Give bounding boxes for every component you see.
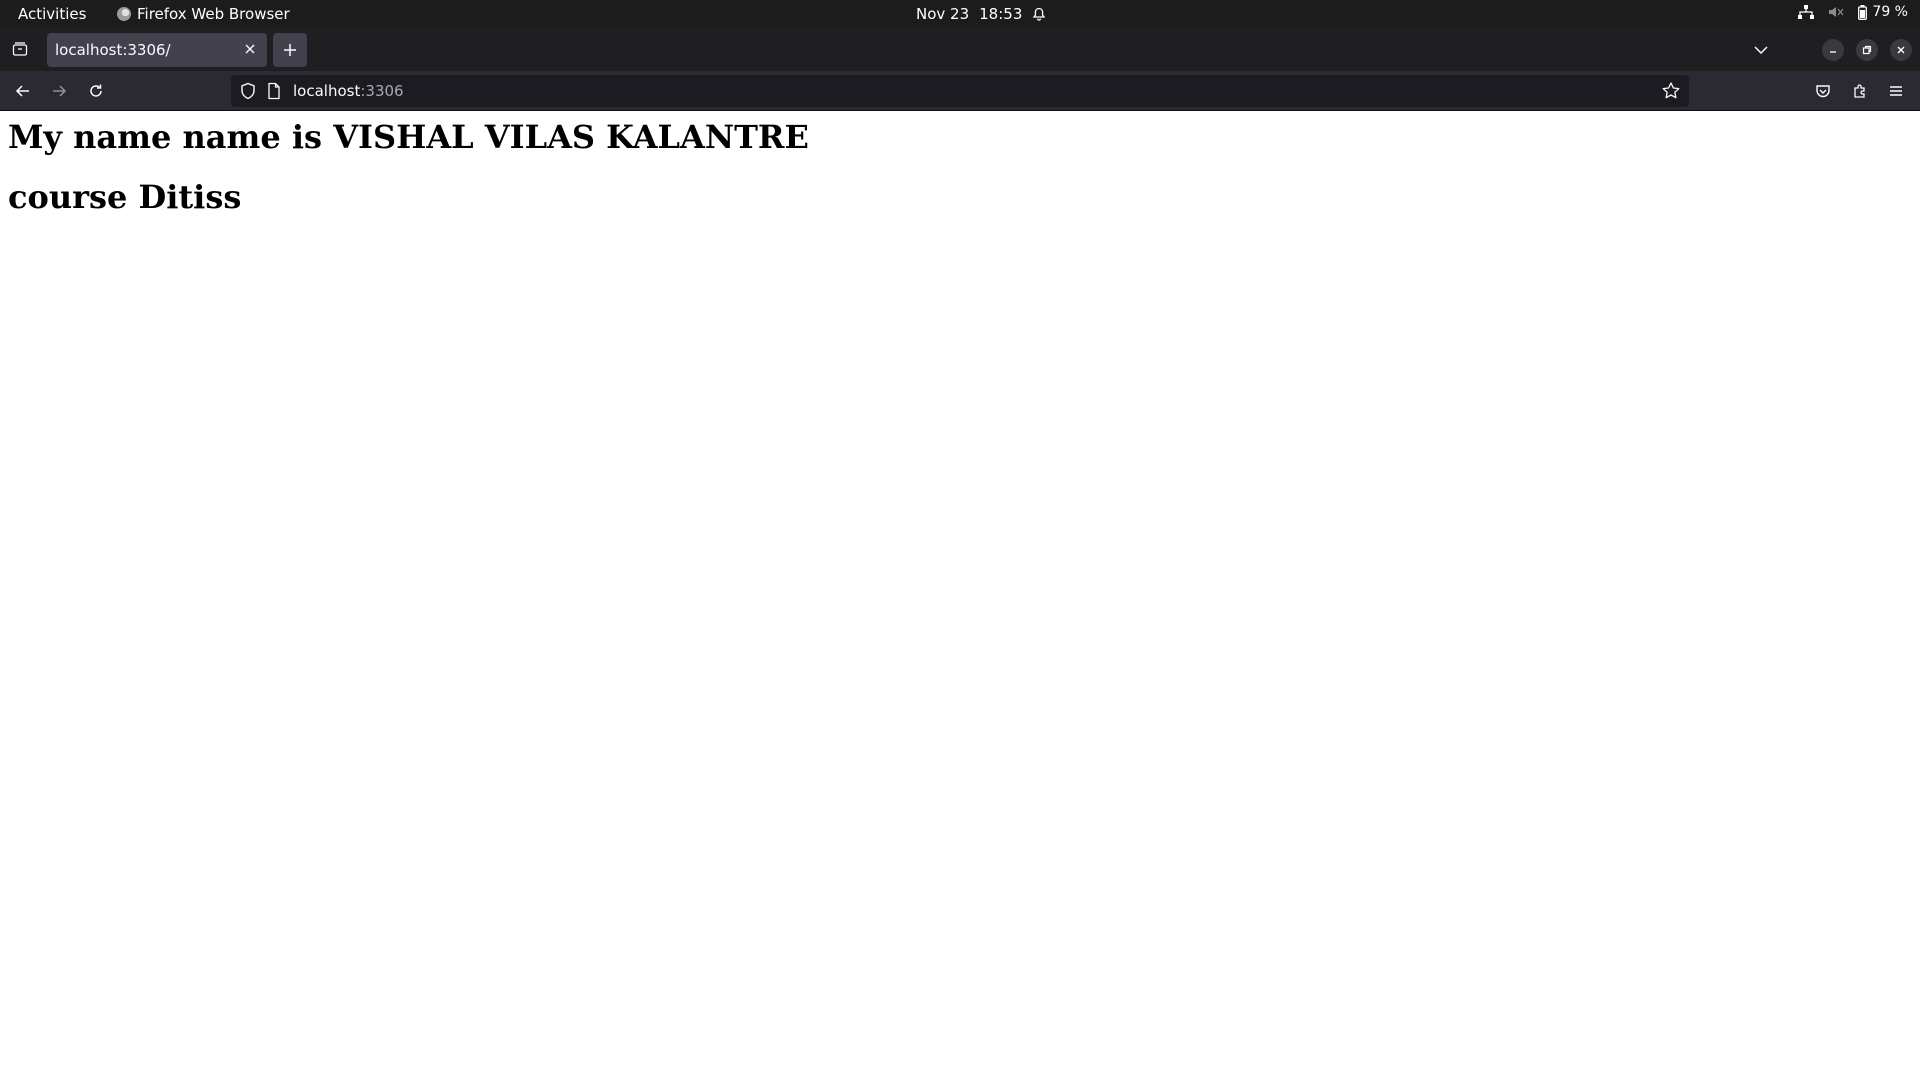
page-icon[interactable] <box>267 82 283 100</box>
url-host: localhost <box>293 82 361 100</box>
app-menu-button[interactable] <box>1884 79 1908 103</box>
name-heading: My name name is VISHAL VILAS KALANTRE <box>8 118 809 156</box>
restore-window-button[interactable] <box>1856 39 1878 61</box>
reload-icon <box>90 84 102 97</box>
shield-icon[interactable] <box>239 82 257 100</box>
system-top-bar: Activities Firefox Web Browser Nov 23 18… <box>0 0 1920 27</box>
firefox-icon <box>117 7 131 21</box>
close-window-button[interactable] <box>1890 39 1912 61</box>
list-all-tabs-button[interactable] <box>1750 39 1772 61</box>
chevron-down-icon <box>1754 46 1768 55</box>
page-content: My name name is VISHAL VILAS KALANTRE co… <box>0 112 1920 1080</box>
battery-indicator: 79 % <box>1858 4 1908 20</box>
tab-title: localhost:3306/ <box>55 41 171 59</box>
tab-active[interactable]: localhost:3306/ <box>47 33 267 67</box>
tab-strip: localhost:3306/ <box>0 27 1920 71</box>
battery-percent: 79 % <box>1872 4 1908 20</box>
arrow-right-icon <box>53 85 67 97</box>
hamburger-icon <box>1890 86 1902 96</box>
activities-button[interactable]: Activities <box>18 5 86 23</box>
system-tray[interactable]: 79 % <box>1798 4 1908 20</box>
extensions-button[interactable] <box>1848 79 1872 103</box>
restore-icon <box>1862 45 1872 55</box>
tab-overview-button[interactable] <box>8 37 32 61</box>
url-port: :3306 <box>360 82 404 100</box>
arrow-left-icon <box>15 85 29 97</box>
tab-overview-icon <box>12 42 28 56</box>
star-icon <box>1662 82 1680 99</box>
clock[interactable]: Nov 23 18:53 <box>916 5 1046 23</box>
close-icon <box>1897 46 1905 54</box>
close-icon <box>245 44 255 54</box>
back-button[interactable] <box>11 79 35 103</box>
forward-button[interactable] <box>47 79 71 103</box>
reload-button[interactable] <box>84 79 108 103</box>
puzzle-icon <box>1854 84 1865 98</box>
network-icon <box>1798 5 1815 19</box>
clock-time: 18:53 <box>979 5 1023 23</box>
volume-muted-icon <box>1828 5 1844 19</box>
bookmark-button[interactable] <box>1661 81 1681 101</box>
minimize-window-button[interactable] <box>1822 39 1844 61</box>
pocket-button[interactable] <box>1811 79 1835 103</box>
bell-icon <box>1032 7 1046 21</box>
navigation-toolbar: localhost:3306 <box>0 71 1920 111</box>
new-tab-button[interactable] <box>273 33 307 67</box>
app-menu[interactable]: Firefox Web Browser <box>117 5 290 23</box>
plus-icon <box>284 44 296 56</box>
pocket-icon <box>1816 85 1830 98</box>
address-bar[interactable]: localhost:3306 <box>231 75 1689 107</box>
clock-date: Nov 23 <box>916 5 970 23</box>
course-heading: course Ditiss <box>8 178 242 216</box>
battery-icon <box>1858 4 1868 20</box>
close-tab-button[interactable] <box>241 40 259 58</box>
minimize-icon <box>1830 51 1836 53</box>
url-text[interactable]: localhost:3306 <box>293 82 404 100</box>
app-name: Firefox Web Browser <box>137 5 290 23</box>
